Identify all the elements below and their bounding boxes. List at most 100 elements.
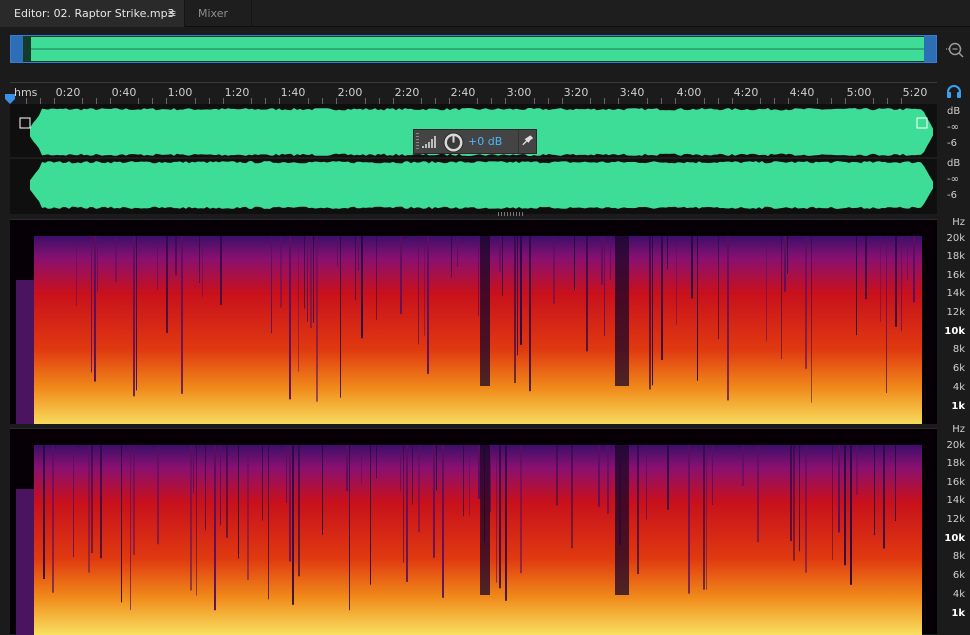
waveform-spectrum-split-handle[interactable] <box>498 212 524 216</box>
overview-edge-left <box>11 36 23 62</box>
spectrum-vertical-streak <box>220 445 221 526</box>
spectrum-vertical-streak <box>205 445 206 531</box>
spectrum-vertical-streak <box>505 445 507 601</box>
spectrum-vertical-streak <box>838 445 840 533</box>
stereo-waveform <box>10 108 937 209</box>
spectrum-vertical-streak <box>556 445 558 506</box>
overview-waveform <box>11 36 936 62</box>
spectrum-vertical-streak <box>637 445 639 575</box>
spectrum-vertical-streak <box>52 445 54 593</box>
spectrum-vertical-streak <box>289 445 291 562</box>
hz-tick-label: 6k <box>952 363 965 374</box>
spectrum-vertical-streak <box>346 445 348 492</box>
spectrum-vertical-streak <box>358 236 359 271</box>
spectrum-vertical-streak <box>286 445 287 503</box>
spectrum-vertical-streak <box>727 236 729 401</box>
spectrum-vertical-streak <box>166 236 168 333</box>
spectrum-vertical-streak <box>370 445 371 585</box>
zoom-navigator-icon[interactable] <box>945 40 965 60</box>
tab-menu-icon[interactable]: ≡ <box>166 0 178 27</box>
gain-knob-icon[interactable] <box>443 132 464 153</box>
spectrogram-left-channel[interactable] <box>10 219 937 426</box>
spectrum-vertical-streak <box>73 445 74 558</box>
spectrum-vertical-streak <box>304 236 305 309</box>
spectrum-vertical-streak <box>190 445 192 591</box>
spectrum-vertical-streak <box>400 445 401 492</box>
hz-tick-label: 6k <box>952 570 965 581</box>
spectrum-vertical-streak <box>433 445 435 558</box>
spectrum-vertical-streak <box>646 445 647 520</box>
hz-tick-label: 1k <box>951 608 965 619</box>
headphones-icon[interactable] <box>946 84 962 98</box>
spectrum-vertical-streak <box>451 236 452 278</box>
spectrum-vertical-streak <box>157 445 159 545</box>
spectrum-vertical-streak <box>478 445 480 499</box>
overview-navigator[interactable] <box>10 35 937 63</box>
spectrum-vertical-streak <box>97 236 98 292</box>
spectrum-intro-band <box>16 489 34 635</box>
spectrum-vertical-streak <box>601 236 603 285</box>
spectrum-vertical-streak <box>661 236 663 361</box>
spectrum-vertical-streak <box>76 236 77 307</box>
spectrum-vertical-streak <box>94 236 96 382</box>
spectrum-vertical-streak <box>88 445 90 573</box>
spectrum-vertical-streak <box>424 236 425 336</box>
hud-grip-handle[interactable] <box>416 133 419 151</box>
hz-tick-label: 8k <box>952 551 965 562</box>
waveform-display[interactable] <box>10 104 937 214</box>
hz-tick-label: 4k <box>952 382 965 393</box>
ruler-tick-label: 1:20 <box>224 86 250 99</box>
spectrum-vertical-streak <box>604 236 605 337</box>
volume-hud[interactable]: +0 dB <box>413 129 537 154</box>
spectrum-vertical-streak <box>706 445 707 590</box>
spectrum-vertical-streak <box>652 236 653 386</box>
spectrum-vertical-streak <box>502 236 503 297</box>
spectrum-vertical-streak <box>91 445 93 554</box>
db-inf-label: -∞ <box>947 122 959 133</box>
hz-tick-label: 8k <box>952 344 965 355</box>
spectrum-vertical-streak <box>436 445 437 491</box>
spectrum-quiet-section <box>615 445 629 595</box>
ruler-tick-label: 4:00 <box>676 86 702 99</box>
spectrogram-right-channel[interactable] <box>10 428 937 635</box>
spectral-frequency-display <box>16 236 922 426</box>
spectrum-vertical-streak <box>226 445 228 538</box>
hz-unit-label: Hz <box>952 424 965 435</box>
pin-icon[interactable] <box>518 130 537 153</box>
spectrum-vertical-streak <box>703 445 705 590</box>
spectrum-vertical-streak <box>850 445 852 585</box>
fade-in-handle <box>19 117 31 129</box>
spectrum-vertical-streak <box>790 445 792 542</box>
spectrum-vertical-streak <box>115 236 117 283</box>
spectrum-vertical-streak <box>496 445 497 583</box>
tab-editor[interactable]: Editor: 02. Raptor Strike.mp3 <box>0 0 184 27</box>
hz-tick-label: 12k <box>946 514 965 525</box>
ruler-tick-label: 0:40 <box>111 86 137 99</box>
spectral-frequency-display <box>16 445 922 635</box>
spectrum-vertical-streak <box>598 445 600 507</box>
spectrum-vertical-streak <box>442 445 444 598</box>
hz-tick-label: 18k <box>946 251 965 262</box>
hz-tick-label: 12k <box>946 307 965 318</box>
timeline-ruler[interactable]: hms 0:20 0:40 1:00 1:20 1:40 2:00 2:20 2:40 3:00… <box>10 82 937 104</box>
spectrum-vertical-streak <box>307 236 308 322</box>
db-minus6-label: -6 <box>947 190 957 201</box>
spectrum-vertical-streak <box>130 445 131 610</box>
spectrum-vertical-streak <box>457 236 458 267</box>
gain-value[interactable]: +0 dB <box>468 135 502 148</box>
tab-mixer[interactable]: Mixer <box>184 0 252 27</box>
spectrum-vertical-streak <box>91 236 92 373</box>
spectrum-vertical-streak <box>157 236 158 290</box>
spectrum-vertical-streak <box>337 236 338 267</box>
spectrum-vertical-streak <box>781 236 782 360</box>
spectrum-vertical-streak <box>313 236 314 323</box>
hz-tick-label: 10k <box>944 533 965 544</box>
spectrum-vertical-streak <box>514 236 516 383</box>
ruler-tick-label: 2:40 <box>450 86 476 99</box>
spectrum-vertical-streak <box>832 445 833 560</box>
spectrum-vertical-streak <box>214 445 216 611</box>
spectrum-vertical-streak <box>193 445 194 493</box>
hz-tick-label: 10k <box>944 326 965 337</box>
spectrum-vertical-streak <box>376 445 377 479</box>
spectrum-vertical-streak <box>175 236 177 276</box>
